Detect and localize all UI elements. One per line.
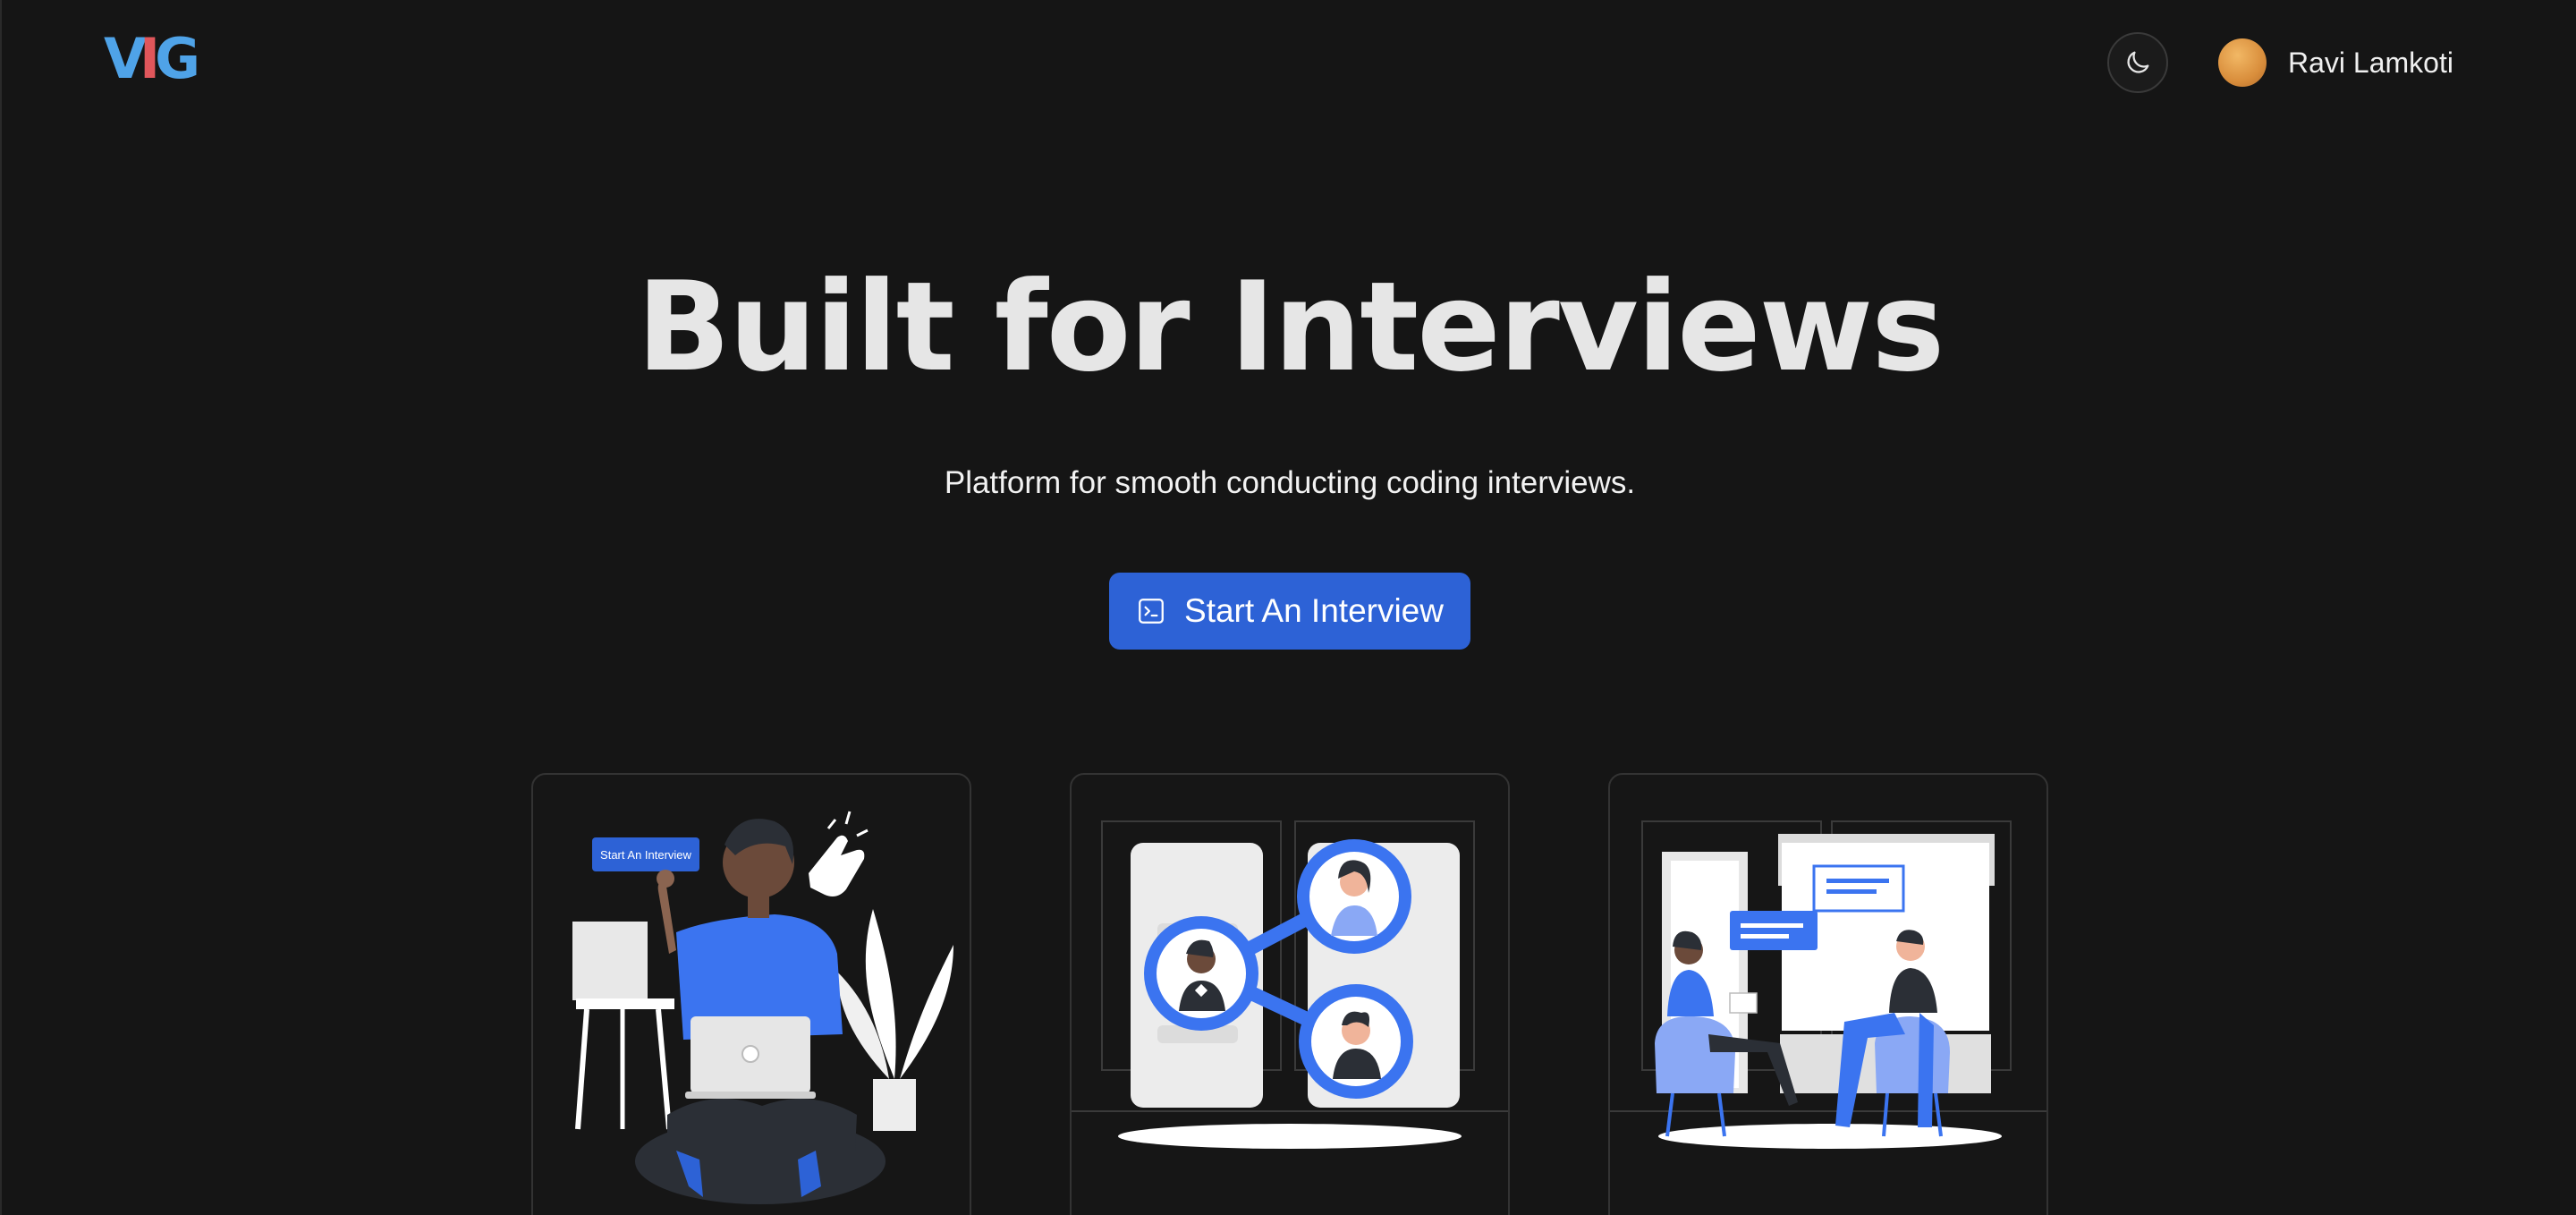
feature-card-2 — [1070, 773, 1510, 1215]
page: V I G Ravi Lamkoti Built for Interviews … — [0, 0, 2576, 1215]
start-interview-label: Start An Interview — [1184, 592, 1444, 629]
avatar — [2218, 38, 2267, 87]
start-interview-button[interactable]: Start An Interview — [1109, 573, 1470, 650]
card-button-label: Start An Interview — [600, 848, 691, 862]
user-name: Ravi Lamkoti — [2288, 46, 2453, 79]
logo-letter-v: V — [104, 26, 147, 91]
page-title: Built for Interviews — [636, 255, 1945, 399]
interview-meeting-illustration — [1610, 820, 2046, 1149]
terminal-icon — [1136, 596, 1166, 626]
video-call-participants-illustration — [1072, 820, 1508, 1149]
moon-icon — [2127, 51, 2149, 73]
user-menu[interactable]: Ravi Lamkoti — [2218, 38, 2453, 88]
page-subtitle: Platform for smooth conducting coding in… — [944, 465, 1636, 500]
logo-letter-i: I — [139, 26, 160, 91]
brand-logo[interactable]: V I G — [104, 26, 200, 91]
person-with-laptop-illustration: Start An Interview — [572, 811, 953, 1204]
feature-card-3 — [1608, 773, 2048, 1215]
feature-card-1: Start An Interview — [531, 773, 971, 1215]
logo-letter-g: G — [155, 26, 200, 91]
theme-toggle-button[interactable] — [2107, 32, 2168, 93]
